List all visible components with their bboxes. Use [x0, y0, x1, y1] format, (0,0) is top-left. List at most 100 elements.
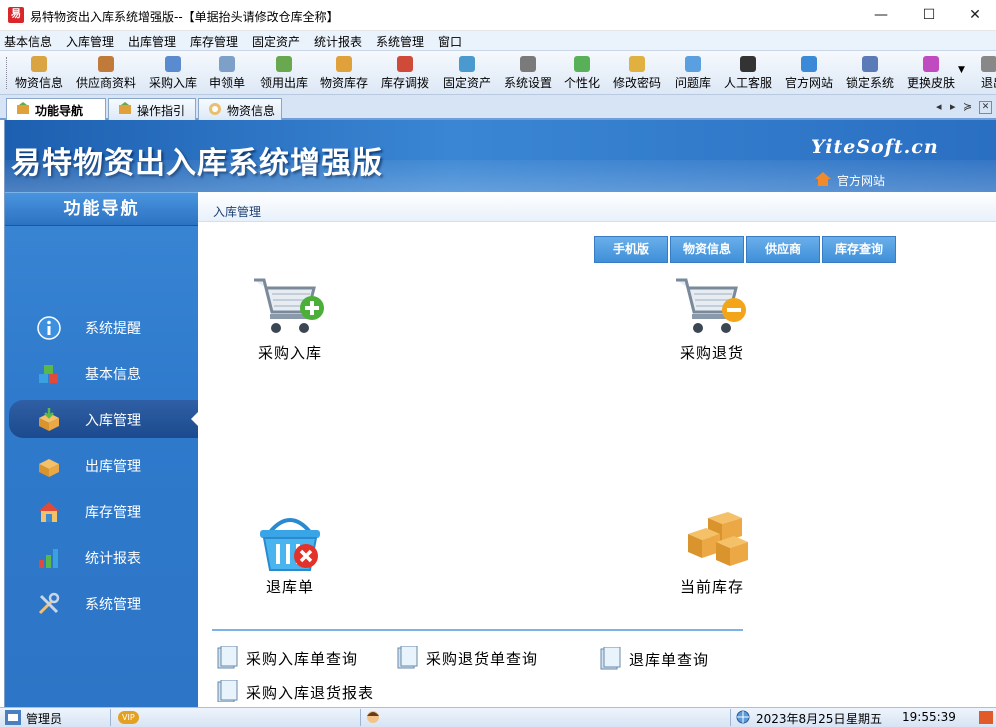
menu-inbound[interactable]: 入库管理 [66, 33, 114, 50]
menu-outbound[interactable]: 出库管理 [128, 33, 176, 50]
purchase-inbound-return-report-link[interactable]: 采购入库退货报表 [216, 680, 406, 702]
tab-function-nav[interactable]: 功能导航 [6, 98, 106, 121]
sidebar-item-label: 入库管理 [85, 413, 141, 429]
purchase-return-query-link[interactable]: 采购退货单查询 [396, 646, 566, 670]
sidebar-item-7[interactable]: 系统管理 [9, 584, 198, 622]
toolbar-item-9[interactable]: 系统设置 [503, 54, 553, 92]
sidebar-item-6[interactable]: 统计报表 [9, 538, 198, 576]
toolbar-item-label: 固定资产 [442, 76, 491, 90]
current-stock-button[interactable]: 当前库存 [652, 508, 772, 598]
material-info-button[interactable]: 物资信息 [670, 236, 744, 263]
menu-inventory[interactable]: 库存管理 [190, 33, 238, 50]
toolbar-item-label: 退出 [981, 76, 996, 90]
toolbar-item-label: 申领单 [209, 76, 246, 90]
home-icon [815, 172, 831, 186]
status-date: 2023年8月25日 [756, 712, 846, 726]
app-logo-icon: 易 [8, 7, 24, 23]
tab-list-icon[interactable]: ≽ [963, 100, 972, 113]
minimize-button[interactable]: — [858, 0, 904, 31]
tools-icon [38, 592, 60, 615]
sidebar-item-4[interactable]: 出库管理 [9, 446, 198, 484]
material-icon [209, 103, 221, 115]
report-icon [217, 646, 238, 669]
mobile-version-button[interactable]: 手机版 [594, 236, 668, 263]
cart-remove-icon [676, 278, 746, 333]
toolbar-item-label: 更换皮肤 [906, 76, 955, 90]
sidebar-title: 功能导航 [5, 192, 198, 226]
globe-icon [736, 710, 750, 724]
toolbar-item-label: 物资信息 [14, 76, 63, 90]
toolbar-item-6[interactable]: 物资库存 [319, 54, 369, 92]
sidebar-item-1[interactable]: 系统提醒 [9, 308, 198, 346]
section-divider [212, 629, 743, 631]
sidebar-item-3[interactable]: 入库管理 [9, 400, 199, 438]
guide-icon [119, 102, 131, 114]
official-site-link[interactable]: 官方网站 [837, 172, 885, 189]
stock-icon [336, 56, 352, 72]
toolbar-overflow-icon[interactable]: ▼ [958, 65, 965, 75]
purchase-inbound-button[interactable]: 采购入库 [230, 274, 350, 364]
tab-close-icon[interactable]: ✕ [979, 101, 992, 114]
toolbar-item-2[interactable]: 供应商资料 [76, 54, 136, 92]
supplier-button[interactable]: 供应商 [746, 236, 820, 263]
return-note-button[interactable]: 退库单 [230, 508, 350, 598]
tab-scroll-right-icon[interactable]: ▸ [950, 100, 956, 113]
basket-cancel-icon [260, 518, 320, 571]
purchase-return-label: 采购退货 [679, 344, 744, 362]
banner-title: 易特物资出入库系统增强版 [11, 146, 383, 181]
sidebar-item-label: 基本信息 [85, 367, 141, 383]
toolbar-grip[interactable] [6, 57, 8, 89]
sidebar-item-2[interactable]: 基本信息 [9, 354, 198, 392]
return-note-query-link[interactable]: 退库单查询 [599, 647, 739, 671]
sidebar-item-5[interactable]: 库存管理 [9, 492, 198, 530]
menu-reports[interactable]: 统计报表 [314, 33, 362, 50]
toolbar-item-17[interactable]: 退出 [981, 54, 996, 92]
boxes-icon [31, 56, 47, 72]
toolbar-item-11[interactable]: 修改密码 [612, 54, 662, 92]
menu-fixed-assets[interactable]: 固定资产 [252, 33, 300, 50]
support-avatar-icon[interactable] [364, 710, 382, 725]
close-button[interactable]: ✕ [952, 0, 996, 31]
toolbar-item-7[interactable]: 库存调拨 [380, 54, 430, 92]
toolbar-item-16[interactable]: 更换皮肤 [906, 54, 956, 92]
sidebar-item-label: 统计报表 [85, 551, 141, 567]
purchase-return-button[interactable]: 采购退货 [652, 274, 772, 364]
banner: 易特物资出入库系统增强版 YiteSoft.cn 官方网站 [5, 120, 996, 192]
toolbar-item-label: 库存调拨 [380, 76, 429, 90]
purchase-inbound-query-link[interactable]: 采购入库单查询 [216, 646, 386, 670]
status-time: 19:55:39 [902, 710, 956, 724]
outbound-box-icon [39, 459, 59, 477]
maximize-button[interactable]: ☐ [906, 0, 952, 31]
toolbar-item-8[interactable]: 固定资产 [442, 54, 492, 92]
tab-material-info[interactable]: 物资信息 [198, 98, 282, 120]
content-area: 易特物资出入库系统增强版 YiteSoft.cn 官方网站 功能导航 系统提醒基… [4, 120, 996, 707]
toolbar-item-5[interactable]: 领用出库 [259, 54, 309, 92]
toolbar-item-15[interactable]: 锁定系统 [845, 54, 895, 92]
toolbar-item-1[interactable]: 物资信息 [14, 54, 64, 92]
sidebar-item-label: 出库管理 [85, 459, 141, 475]
main-panel: 入库管理 手机版 物资信息 供应商 库存查询 采购入库 采购退货 退库单 当前库… [198, 192, 996, 707]
panel-title: 入库管理 [213, 205, 262, 219]
toolbar-item-10[interactable]: 个性化 [563, 54, 601, 92]
vip-badge[interactable]: VIP [118, 711, 139, 724]
menu-basic-info[interactable]: 基本信息 [4, 33, 52, 50]
toolbar-item-4[interactable]: 申领单 [209, 54, 245, 92]
toolbar-item-3[interactable]: 采购入库 [148, 54, 198, 92]
menu-window[interactable]: 窗口 [438, 33, 462, 50]
toolbar-item-14[interactable]: 官方网站 [784, 54, 834, 92]
toolbar-item-12[interactable]: 问题库 [674, 54, 712, 92]
tab-operation-guide[interactable]: 操作指引 [108, 98, 196, 120]
nav-icon [17, 102, 29, 114]
menu-bar: 基本信息 入库管理 出库管理 库存管理 固定资产 统计报表 系统管理 窗口 [0, 31, 996, 51]
report-icon [600, 647, 621, 670]
toolbar-item-label: 领用出库 [259, 76, 308, 90]
menu-system[interactable]: 系统管理 [376, 33, 424, 50]
toolbar-item-13[interactable]: 人工客服 [723, 54, 773, 92]
sidebar-item-label: 库存管理 [85, 505, 141, 521]
warehouse-icon [39, 502, 59, 522]
toolbar-item-label: 物资库存 [319, 76, 368, 90]
stock-query-button[interactable]: 库存查询 [822, 236, 896, 263]
app-tray-icon[interactable] [978, 710, 994, 725]
tab-scroll-left-icon[interactable]: ◂ [936, 100, 942, 113]
tab-label: 物资信息 [227, 104, 276, 118]
